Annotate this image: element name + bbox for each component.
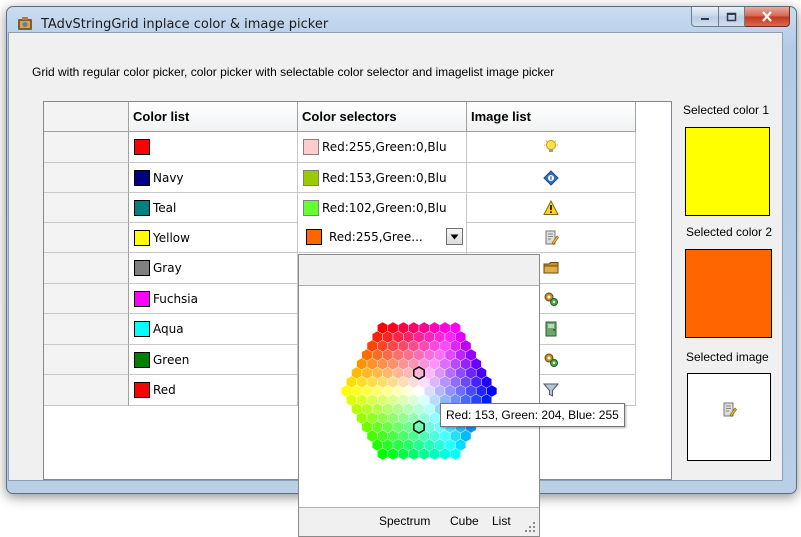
color-list-cell[interactable]: Fuchsia	[129, 284, 298, 314]
description-label: Grid with regular color picker, color pi…	[32, 65, 555, 79]
color-list-cell[interactable]: Navy	[129, 163, 298, 193]
color-swatch	[303, 169, 319, 186]
grid-corner-cell	[44, 102, 129, 132]
color-list-cell[interactable]	[129, 132, 298, 163]
row-header-cell[interactable]	[44, 314, 129, 345]
color-swatch	[134, 139, 150, 155]
color-list-cell[interactable]: Gray	[129, 253, 298, 284]
resize-grip-icon[interactable]	[525, 522, 536, 533]
selected-color-1-label: Selected color 1	[683, 103, 770, 117]
maximize-icon	[726, 12, 737, 21]
header-color-list[interactable]: Color list	[129, 102, 298, 132]
edit-document-icon	[723, 402, 737, 417]
picker-preview-bar	[299, 255, 539, 286]
picker-mode-bar: Spectrum Cube List	[299, 507, 539, 536]
folder-icon	[543, 262, 559, 274]
info-diamond-icon	[543, 169, 559, 186]
color-swatch	[134, 169, 150, 186]
color-selector-cell[interactable]: Red:255,Green:0,Blu	[298, 132, 467, 163]
door-icon	[545, 321, 557, 337]
selected-image-label: Selected image	[686, 350, 769, 364]
color-list-cell[interactable]: Green	[129, 345, 298, 375]
image-list-cell[interactable]	[467, 132, 636, 163]
color-picker-dropdown[interactable]: Spectrum Cube List	[298, 254, 540, 537]
row-header-cell[interactable]	[44, 284, 129, 314]
color-selector-combo[interactable]: Red:255,Gree...	[298, 222, 466, 252]
color-swatch	[303, 199, 319, 216]
color-list-cell[interactable]: Red	[129, 375, 298, 406]
color-swatch	[134, 229, 150, 246]
lightbulb-icon	[544, 140, 558, 152]
color-tooltip: Red: 153, Green: 204, Blue: 255	[440, 403, 625, 427]
minimize-button[interactable]	[691, 7, 719, 27]
selected-color-1-swatch	[685, 127, 770, 216]
color-name: Teal	[153, 200, 177, 215]
color-swatch	[134, 321, 150, 337]
color-name: Gray	[153, 261, 182, 275]
image-list-cell[interactable]	[467, 223, 636, 253]
chevron-down-icon	[450, 234, 459, 239]
color-name: Fuchsia	[153, 291, 198, 306]
selected-color-2-label: Selected color 2	[686, 225, 773, 239]
window-title: TAdvStringGrid inplace color & image pic…	[41, 17, 329, 32]
color-value: Red:153,Green:0,Blu	[322, 170, 447, 185]
filter-icon	[543, 383, 559, 397]
row-header-cell[interactable]	[44, 132, 129, 163]
app-icon	[18, 17, 32, 30]
minimize-icon	[701, 17, 709, 20]
gears-icon	[544, 292, 558, 306]
color-name: Green	[153, 352, 190, 367]
color-list-cell[interactable]: Aqua	[129, 314, 298, 345]
header-image-list[interactable]: Image list	[467, 102, 636, 132]
selected-color-2-swatch	[685, 249, 772, 338]
color-swatch	[134, 382, 150, 398]
edit-document-icon	[545, 230, 559, 245]
color-swatch	[134, 199, 150, 216]
list-mode-button[interactable]: List	[492, 514, 511, 528]
image-list-cell[interactable]	[467, 163, 636, 193]
row-header-cell[interactable]	[44, 253, 129, 284]
color-name: Yellow	[153, 230, 190, 245]
color-swatch	[134, 351, 150, 368]
color-value: Red:255,Green:0,Blu	[322, 140, 447, 154]
header-color-selectors[interactable]: Color selectors	[298, 102, 467, 132]
spectrum-mode-button[interactable]: Spectrum	[379, 514, 430, 528]
color-name: Red	[153, 383, 176, 397]
row-header-cell[interactable]	[44, 193, 129, 223]
combo-dropdown-button[interactable]	[446, 228, 463, 245]
color-list-cell[interactable]: Teal	[129, 193, 298, 223]
color-value: Red:102,Green:0,Blu	[322, 200, 447, 215]
color-list-cell[interactable]: Yellow	[129, 223, 298, 253]
gears-icon	[544, 353, 558, 367]
color-swatch	[306, 229, 322, 245]
combo-value: Red:255,Gree...	[329, 230, 423, 244]
row-header-cell[interactable]	[44, 375, 129, 406]
row-header-cell[interactable]	[44, 345, 129, 375]
color-name: Aqua	[153, 322, 184, 336]
color-swatch	[134, 260, 150, 276]
row-header-cell[interactable]	[44, 223, 129, 253]
selected-image-box	[687, 373, 771, 461]
close-button[interactable]	[745, 7, 790, 27]
color-swatch	[303, 139, 319, 155]
color-selector-cell[interactable]: Red:153,Green:0,Blu	[298, 163, 467, 193]
color-hexagon-wheel[interactable]	[299, 286, 539, 508]
maximize-button[interactable]	[719, 7, 745, 27]
image-list-cell[interactable]	[467, 193, 636, 223]
close-icon	[762, 11, 772, 22]
color-swatch	[134, 290, 150, 307]
row-header-cell[interactable]	[44, 163, 129, 193]
warning-icon	[543, 199, 559, 215]
color-selector-cell[interactable]: Red:102,Green:0,Blu	[298, 193, 467, 223]
cube-mode-button[interactable]: Cube	[450, 514, 479, 528]
color-name: Navy	[153, 170, 184, 185]
